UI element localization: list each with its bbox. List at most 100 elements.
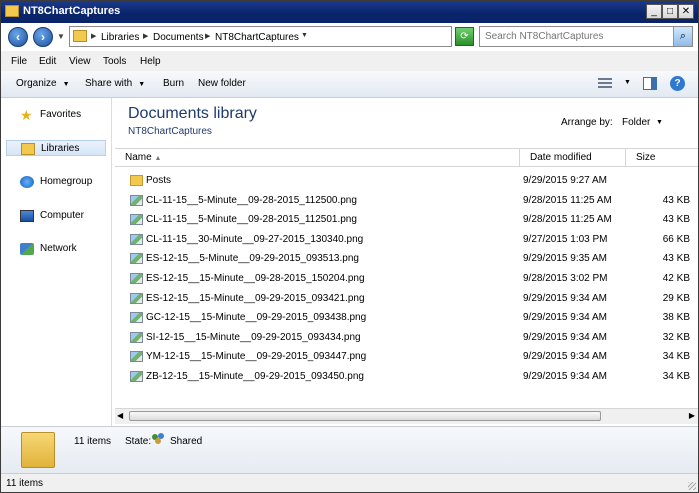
- recent-pages-dropdown[interactable]: ▼: [57, 32, 65, 41]
- status-item-count: 11 items: [6, 478, 44, 489]
- refresh-button[interactable]: ⟳: [455, 27, 474, 46]
- burn-button[interactable]: Burn: [163, 78, 184, 89]
- forward-button[interactable]: ›: [33, 27, 53, 47]
- image-file-icon: [130, 351, 143, 363]
- file-size: 32 KB: [662, 331, 690, 343]
- file-date-modified: 9/29/2015 9:34 AM: [523, 312, 607, 324]
- breadcrumb-arrow-icon[interactable]: ▶: [91, 32, 96, 40]
- menu-tools[interactable]: Tools: [103, 56, 126, 67]
- column-name[interactable]: Name ▲: [115, 149, 520, 166]
- change-view-icon[interactable]: [598, 78, 612, 90]
- address-bar[interactable]: ▶ Libraries ▶ Documents ▶ NT8ChartCaptur…: [69, 26, 514, 47]
- file-row[interactable]: Posts 9/29/2015 9:27 AM: [113, 172, 698, 192]
- file-size: 34 KB: [662, 351, 690, 363]
- file-name: Posts: [146, 175, 172, 186]
- file-row[interactable]: SI-12-15__15-Minute__09-29-2015_093434.p…: [113, 329, 698, 349]
- file-row[interactable]: ES-12-15__15-Minute__09-28-2015_150204.p…: [113, 270, 698, 290]
- file-size: 42 KB: [662, 272, 690, 284]
- file-size: 38 KB: [662, 312, 690, 324]
- file-list-pane: Documents library NT8ChartCaptures Arran…: [113, 98, 698, 426]
- resize-grip-icon[interactable]: [688, 482, 696, 490]
- nav-homegroup[interactable]: Homegroup: [6, 174, 106, 190]
- chevron-down-icon[interactable]: ▼: [624, 79, 631, 86]
- folder-icon: [5, 5, 19, 17]
- title-bar[interactable]: NT8ChartCaptures _ □ ✕: [1, 1, 698, 23]
- item-count: 11 items: [74, 436, 112, 447]
- column-header: Name ▲ Date modified Size: [115, 148, 698, 167]
- column-date-modified[interactable]: Date modified: [520, 149, 626, 166]
- file-size: 66 KB: [662, 233, 690, 245]
- search-box[interactable]: ⌕: [479, 26, 693, 47]
- file-name: CL-11-15__5-Minute__09-28-2015_112501.pn…: [146, 214, 357, 226]
- search-input[interactable]: [480, 27, 677, 46]
- scroll-right-icon[interactable]: ▶: [689, 411, 695, 420]
- new-folder-button[interactable]: New folder: [198, 78, 246, 89]
- scroll-left-icon[interactable]: ◀: [117, 411, 123, 420]
- minimize-button[interactable]: _: [646, 4, 662, 19]
- file-name: SI-12-15__15-Minute__09-29-2015_093434.p…: [146, 331, 361, 343]
- folder-icon: [130, 175, 143, 186]
- file-date-modified: 9/28/2015 11:25 AM: [523, 214, 612, 226]
- folder-icon: [73, 30, 87, 42]
- organize-button[interactable]: Organize ▼: [16, 78, 70, 89]
- nav-network[interactable]: Network: [6, 241, 106, 257]
- file-row[interactable]: YM-12-15__15-Minute__09-29-2015_093447.p…: [113, 348, 698, 368]
- search-icon[interactable]: ⌕: [673, 27, 692, 46]
- file-row[interactable]: CL-11-15__5-Minute__09-28-2015_112500.pn…: [113, 192, 698, 212]
- nav-libraries[interactable]: Libraries: [6, 140, 106, 156]
- arrange-by-dropdown[interactable]: Folder: [622, 117, 650, 128]
- help-icon[interactable]: ?: [670, 76, 685, 91]
- column-size[interactable]: Size: [626, 149, 698, 166]
- file-date-modified: 9/29/2015 9:34 AM: [523, 370, 607, 382]
- menu-file[interactable]: File: [11, 56, 27, 67]
- file-date-modified: 9/28/2015 11:25 AM: [523, 194, 612, 206]
- homegroup-icon: [20, 176, 34, 188]
- image-file-icon: [130, 253, 143, 265]
- nav-favorites[interactable]: ★ Favorites: [6, 107, 106, 123]
- details-pane: 11 items State: Shared: [1, 426, 698, 473]
- image-file-icon: [130, 370, 143, 382]
- file-row[interactable]: GC-12-15__15-Minute__09-29-2015_093438.p…: [113, 309, 698, 329]
- breadcrumb-arrow-icon[interactable]: ▼: [301, 32, 308, 39]
- nav-label: Favorites: [40, 109, 82, 120]
- menu-help[interactable]: Help: [140, 56, 161, 67]
- preview-pane-icon[interactable]: [643, 77, 657, 90]
- file-date-modified: 9/29/2015 9:27 AM: [523, 175, 607, 186]
- nav-label: Homegroup: [40, 176, 93, 187]
- file-row[interactable]: ZB-12-15__15-Minute__09-29-2015_093450.p…: [113, 368, 698, 388]
- breadcrumb-arrow-icon[interactable]: ▶: [143, 32, 148, 40]
- share-with-button[interactable]: Share with ▼: [85, 78, 145, 89]
- file-name: ES-12-15__5-Minute__09-29-2015_093513.pn…: [146, 253, 359, 265]
- libraries-icon: [21, 143, 35, 155]
- image-file-icon: [130, 214, 143, 226]
- back-button[interactable]: ‹: [8, 27, 28, 47]
- breadcrumb-documents[interactable]: Documents: [153, 32, 204, 43]
- file-row[interactable]: CL-11-15__30-Minute__09-27-2015_130340.p…: [113, 231, 698, 251]
- file-row[interactable]: ES-12-15__5-Minute__09-29-2015_093513.pn…: [113, 250, 698, 270]
- state-value: Shared: [170, 436, 203, 447]
- maximize-button[interactable]: □: [662, 4, 678, 19]
- file-name: GC-12-15__15-Minute__09-29-2015_093438.p…: [146, 312, 367, 324]
- file-row[interactable]: ES-12-15__15-Minute__09-29-2015_093421.p…: [113, 290, 698, 310]
- close-button[interactable]: ✕: [678, 4, 694, 19]
- scrollbar-thumb[interactable]: [129, 411, 601, 421]
- chevron-down-icon[interactable]: ▼: [656, 119, 663, 126]
- file-date-modified: 9/29/2015 9:34 AM: [523, 292, 607, 304]
- chevron-down-icon: ▼: [138, 81, 146, 88]
- file-date-modified: 9/28/2015 3:02 PM: [523, 272, 608, 284]
- breadcrumb-arrow-icon[interactable]: ▶: [205, 32, 210, 40]
- horizontal-scrollbar[interactable]: ◀ ▶: [115, 408, 698, 424]
- nav-computer[interactable]: Computer: [6, 208, 106, 224]
- file-row[interactable]: CL-11-15__5-Minute__09-28-2015_112501.pn…: [113, 211, 698, 231]
- file-list: Posts 9/29/2015 9:27 AM CL-11-15__5-Minute…: [113, 172, 698, 388]
- menu-edit[interactable]: Edit: [39, 56, 56, 67]
- file-size: 29 KB: [662, 292, 690, 304]
- breadcrumb-libraries[interactable]: Libraries: [101, 32, 139, 43]
- menu-view[interactable]: View: [69, 56, 91, 67]
- image-file-icon: [130, 194, 143, 206]
- breadcrumb-nt8chartcaptures[interactable]: NT8ChartCaptures: [215, 32, 299, 43]
- file-date-modified: 9/29/2015 9:34 AM: [523, 331, 607, 343]
- shared-users-icon: [152, 433, 166, 445]
- column-name-label: Name: [125, 152, 152, 163]
- chevron-down-icon: ▼: [62, 81, 70, 88]
